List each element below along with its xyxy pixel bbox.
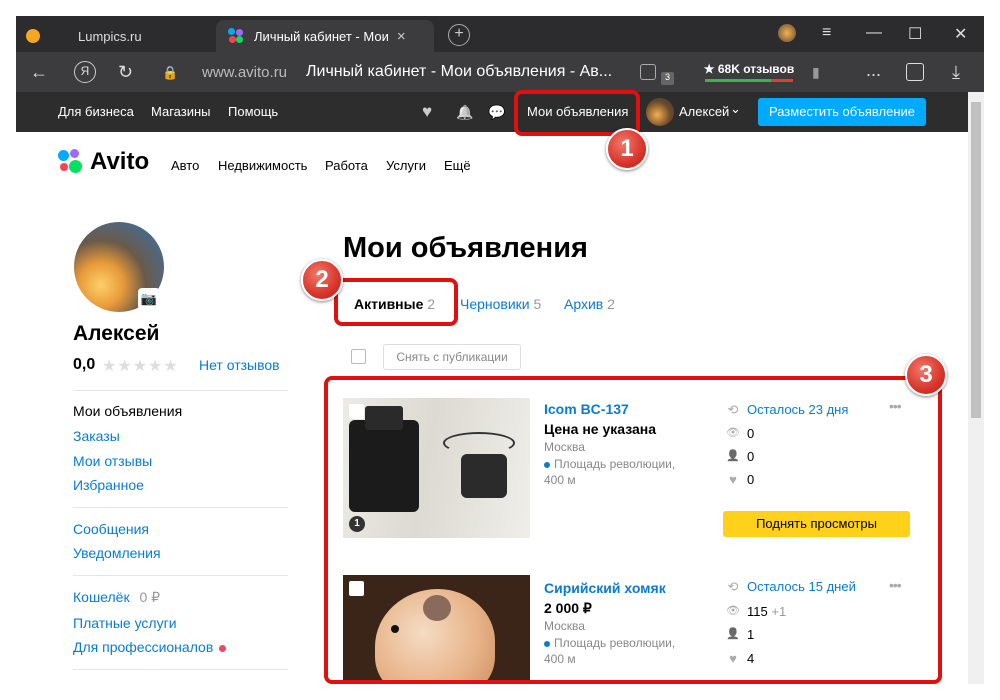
favorites-heart-icon[interactable]: ♥ [422,102,432,122]
for-pros-label: Для профессионалов [73,639,214,655]
download-icon[interactable]: ⤓ [952,62,960,83]
profile-avatar-icon[interactable] [778,24,796,42]
select-all-checkbox[interactable] [351,349,366,364]
avito-favicon-icon [228,28,244,44]
user-menu[interactable]: Алексей [679,104,729,119]
sidebar-item-orders[interactable]: Заказы [73,428,120,444]
browser-menu-icon[interactable]: ≡ [822,24,831,42]
extensions-badge: 3 [661,72,674,85]
tab-archive[interactable]: Архив 2 [564,296,615,312]
collections-icon[interactable] [906,63,924,81]
camera-icon[interactable]: 📷 [138,288,160,310]
page-scrollbar[interactable] [968,92,984,684]
sidebar-divider [73,507,288,508]
reload-icon[interactable]: ↻ [118,62,133,83]
browser-tab-bar: Lumpics.ru Личный кабинет - Мои × + ≡ — … [16,16,984,52]
user-avatar[interactable] [646,98,674,126]
category-auto[interactable]: Авто [171,158,199,173]
lock-icon: 🔒 [162,65,179,80]
profile-name: Алексей [73,322,160,345]
url-domain[interactable]: www.avito.ru [202,64,287,81]
page-title: Мои объявления [343,232,588,264]
notifications-bell-icon[interactable]: 🔔 [456,104,473,121]
tab-label: Личный кабинет - Мои [254,28,389,44]
lumpics-favicon-icon [26,29,40,43]
no-reviews-link[interactable]: Нет отзывов [199,357,280,373]
tab-label: Черновики [460,296,530,312]
tab-lumpics[interactable]: Lumpics.ru [26,20,142,52]
sidebar-item-my-reviews[interactable]: Мои отзывы [73,453,152,469]
maximize-icon[interactable]: ☐ [908,24,922,44]
tab-count: 2 [607,296,615,312]
wallet-amount: 0 ₽ [139,589,161,605]
more-icon[interactable]: ... [866,60,881,81]
category-jobs[interactable]: Работа [325,158,368,173]
chevron-down-icon[interactable]: ⌄ [730,101,741,117]
close-window-icon[interactable]: ✕ [954,24,967,44]
site-rating-chip[interactable]: ★ 68K отзывов [703,58,795,84]
sidebar-item-wallet[interactable]: Кошелёк 0 ₽ [73,589,160,606]
address-bar: ← Я ↻ 🔒 www.avito.ru Личный кабинет - Мо… [16,52,984,92]
top-link-help[interactable]: Помощь [228,104,278,119]
profile-rating: 0,0 [73,356,96,373]
avito-logo[interactable]: Avito [58,148,149,176]
tab-count: 5 [533,296,542,312]
sidebar-divider [73,669,288,670]
sidebar-item-paid-services[interactable]: Платные услуги [73,615,177,631]
callout-highlight-listings [324,376,942,684]
tab-label: Архив [564,296,604,312]
tab-label: Lumpics.ru [78,28,142,44]
category-realty[interactable]: Недвижимость [218,158,307,173]
scrollbar-thumb[interactable] [971,102,981,418]
callout-highlight-active-tab [334,278,458,326]
sidebar-divider [73,575,288,576]
logo-text: Avito [90,148,150,175]
rating-stars-icon: ★★★★★ [102,358,179,375]
callout-number-2: 2 [301,259,343,301]
category-more[interactable]: Ещё [444,158,471,173]
avito-top-bar: Для бизнеса Магазины Помощь ♥ 🔔 💬 Мои об… [16,92,968,132]
sidebar-item-messages[interactable]: Сообщения [73,521,149,537]
bookmark-icon[interactable]: ▮ [812,64,820,81]
minimize-icon[interactable]: — [866,24,882,42]
category-services[interactable]: Услуги [386,158,426,173]
place-ad-button[interactable]: Разместить объявление [758,98,926,126]
back-icon[interactable]: ← [30,62,48,83]
messages-icon[interactable]: 💬 [488,104,505,121]
sidebar-item-favorites[interactable]: Избранное [73,477,144,493]
top-link-business[interactable]: Для бизнеса [58,104,134,119]
sidebar-item-for-pros[interactable]: Для профессионалов [73,639,227,655]
tab-drafts[interactable]: Черновики 5 [460,296,541,312]
new-tab-button[interactable]: + [448,24,470,46]
sidebar-item-notifications[interactable]: Уведомления [73,545,161,561]
callout-number-3: 3 [905,354,947,396]
yandex-icon[interactable]: Я [74,61,96,83]
url-page-title[interactable]: Личный кабинет - Мои объявления - Ав... [306,63,612,81]
new-indicator-icon [219,644,227,652]
tab-close-icon[interactable]: × [397,28,406,45]
callout-number-1: 1 [606,128,648,170]
sidebar-divider [73,390,288,391]
extensions-icon[interactable] [640,64,656,80]
screen: Lumpics.ru Личный кабинет - Мои × + ≡ — … [0,0,1000,700]
wallet-label: Кошелёк [73,589,130,605]
unpublish-button[interactable]: Снять с публикации [383,344,521,370]
top-link-shops[interactable]: Магазины [151,104,211,119]
sidebar-item-my-ads[interactable]: Мои объявления [73,403,182,419]
avito-logo-icon [58,149,84,175]
tab-avito-cabinet[interactable]: Личный кабинет - Мои × [216,20,434,52]
